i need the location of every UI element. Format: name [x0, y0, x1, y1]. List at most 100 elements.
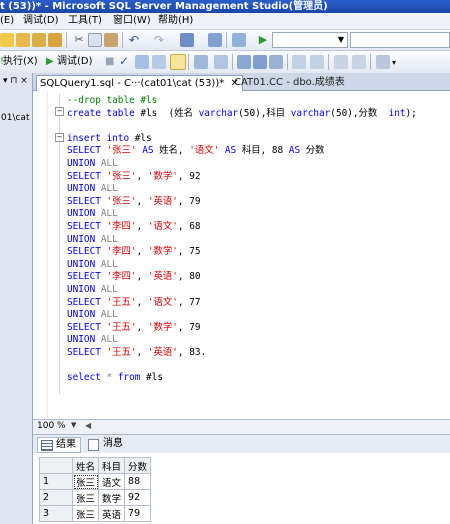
- stop-icon[interactable]: ■: [105, 55, 114, 69]
- intellisense-icon[interactable]: [170, 54, 186, 70]
- code-token: ,: [136, 221, 148, 232]
- standard-toolbar: ✂ ↶ ↷ ▶ ▼: [0, 30, 450, 51]
- paste-icon[interactable]: [104, 33, 118, 47]
- solution-config-combo[interactable]: ▼: [272, 32, 348, 48]
- collapse-icon[interactable]: −: [55, 133, 64, 142]
- debug-icon[interactable]: ▶: [46, 55, 54, 69]
- code-token: ALL: [100, 158, 118, 169]
- code-line: SELECT '李四', '语文', 68: [67, 221, 200, 233]
- code-token: SELECT: [67, 296, 107, 308]
- scroll-left-icon[interactable]: ◀: [85, 421, 91, 430]
- code-token: '英语': [147, 347, 178, 358]
- report-icon[interactable]: [232, 33, 246, 47]
- tab-sqlquery1[interactable]: SQLQuery1.sql - C···(cat01\cat (53))* ✕: [36, 75, 243, 91]
- code-token: '李四': [106, 246, 137, 258]
- tab-score-table[interactable]: CAT01.CC - dbo.成绩表: [231, 75, 348, 90]
- undo-icon[interactable]: ↶: [127, 33, 141, 47]
- cell-subject[interactable]: 数学: [98, 489, 126, 506]
- cell-name[interactable]: 张三: [71, 505, 100, 522]
- cell-score[interactable]: 88: [124, 473, 152, 490]
- menu-help[interactable]: 帮助(H): [158, 14, 193, 28]
- code-token: UNION: [67, 309, 101, 321]
- execute-button[interactable]: 执行(X): [3, 55, 38, 69]
- find-combo[interactable]: [350, 32, 450, 48]
- code-token: #ls: [129, 132, 152, 144]
- open-icon[interactable]: [16, 33, 30, 47]
- copy-icon[interactable]: [88, 33, 102, 47]
- column-header[interactable]: 科目: [98, 457, 126, 474]
- pin-icon[interactable]: ▾ ⊓ ×: [3, 76, 28, 86]
- new-query-icon[interactable]: [0, 33, 14, 47]
- code-token: ,: [136, 271, 148, 283]
- row-number-header: [39, 457, 73, 474]
- table-row[interactable]: 2 张三 数学 92: [39, 489, 152, 506]
- menu-debug[interactable]: 调试(D): [23, 14, 59, 28]
- menu-edit[interactable]: (E): [0, 14, 14, 28]
- cell-score[interactable]: 79: [124, 505, 152, 522]
- code-line: UNION ALL: [67, 234, 118, 246]
- comment-icon[interactable]: [292, 55, 306, 69]
- results-to-text-icon[interactable]: [237, 55, 251, 69]
- increase-indent-icon[interactable]: [352, 55, 366, 69]
- row-number: 2: [39, 489, 73, 506]
- cell-name[interactable]: 张三: [71, 489, 100, 506]
- open-file-icon[interactable]: [32, 33, 46, 47]
- cell-score[interactable]: 92: [124, 489, 152, 506]
- zoom-level[interactable]: 100 %: [37, 421, 66, 431]
- code-token: UNION: [67, 233, 101, 245]
- tab-results[interactable]: 结果: [37, 437, 81, 453]
- cell-name[interactable]: 张三: [71, 473, 100, 490]
- code-token: UNION: [67, 183, 101, 195]
- results-to-grid-icon[interactable]: [253, 55, 267, 69]
- editor-margin: [33, 91, 48, 418]
- specify-values-icon[interactable]: [376, 55, 390, 69]
- cell-subject[interactable]: 语文: [98, 473, 126, 490]
- results-to-file-icon[interactable]: [269, 55, 283, 69]
- menu-window[interactable]: 窗口(W): [113, 14, 151, 28]
- tab-score-table-label: CAT01.CC - dbo.成绩表: [234, 77, 345, 88]
- toolbar-overflow-icon[interactable]: ▾: [392, 56, 396, 70]
- cell-subject[interactable]: 英语: [98, 505, 126, 522]
- code-token: ,: [136, 246, 148, 258]
- table-row[interactable]: 1 张三 语文 88: [39, 473, 152, 490]
- decrease-indent-icon[interactable]: [334, 55, 348, 69]
- code-token: create table: [67, 107, 135, 119]
- play-icon[interactable]: ▶: [256, 33, 270, 47]
- cut-icon[interactable]: ✂: [72, 33, 86, 47]
- column-header[interactable]: 分数: [124, 457, 152, 474]
- results-grid[interactable]: 姓名 科目 分数 1 张三 语文 88 2 张三 数学 92 3 张三 英语 7…: [39, 457, 152, 522]
- include-plan-icon[interactable]: [194, 55, 208, 69]
- code-token: '语文': [189, 145, 220, 157]
- save-icon[interactable]: [48, 33, 62, 47]
- column-header[interactable]: 姓名: [71, 457, 100, 474]
- redo-icon[interactable]: ↷: [152, 33, 166, 47]
- code-token: UNION: [67, 258, 101, 270]
- client-stats-icon[interactable]: [214, 55, 228, 69]
- tab-messages[interactable]: 消息: [85, 437, 127, 451]
- code-token: (50),分数: [330, 107, 389, 119]
- query-options-icon[interactable]: [152, 55, 166, 69]
- zoom-dropdown-icon[interactable]: ▼: [71, 421, 76, 429]
- code-token: , 92: [177, 170, 201, 182]
- code-line: SELECT '李四', '英语', 80: [67, 271, 200, 283]
- navigate-icon[interactable]: [180, 33, 194, 47]
- server-node-label[interactable]: 01\cat: [1, 113, 29, 123]
- debug-button[interactable]: 调试(D): [57, 55, 93, 69]
- tab-sqlquery1-label: SQLQuery1.sql - C···(cat01\cat (53))*: [40, 78, 225, 89]
- activity-icon[interactable]: [208, 33, 222, 47]
- code-token: #ls: [140, 372, 163, 384]
- menu-tools[interactable]: 工具(T): [68, 14, 102, 28]
- toolbar-separator: [370, 54, 371, 70]
- object-explorer-panel[interactable]: ▾ ⊓ × 01\cat: [0, 73, 33, 524]
- display-plan-icon[interactable]: [135, 55, 149, 69]
- uncomment-icon[interactable]: [310, 55, 324, 69]
- parse-icon[interactable]: ✓: [119, 54, 129, 68]
- code-token: SELECT: [67, 271, 107, 283]
- collapse-icon[interactable]: −: [55, 107, 64, 116]
- code-token: ALL: [100, 183, 118, 195]
- code-token: 科目, 88: [241, 145, 289, 157]
- table-row[interactable]: 3 张三 英语 79: [39, 505, 152, 522]
- code-token: #ls (姓名: [134, 107, 199, 119]
- code-line: select * from #ls: [67, 372, 163, 384]
- code-token: '李四': [106, 221, 137, 232]
